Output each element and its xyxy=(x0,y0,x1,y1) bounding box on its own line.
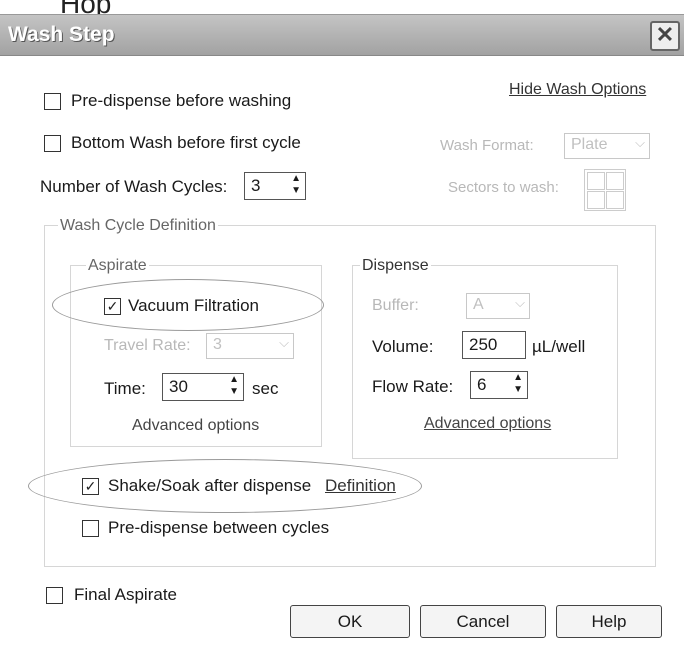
sector-cell[interactable] xyxy=(587,191,605,209)
wash-cycle-definition-title: Wash Cycle Definition xyxy=(58,217,218,235)
bottom-wash-checkbox[interactable] xyxy=(44,135,61,152)
pre-dispense-label: Pre-dispense before washing xyxy=(71,91,292,110)
shake-soak-definition-link[interactable]: Definition xyxy=(325,476,396,496)
window-title: Wash Step xyxy=(8,23,115,46)
check-icon: ✓ xyxy=(106,298,119,314)
check-icon: ✓ xyxy=(84,478,97,494)
spin-arrows-icon: ▲ ▼ xyxy=(229,374,239,397)
ok-button[interactable]: OK xyxy=(290,605,410,638)
aspirate-title: Aspirate xyxy=(86,257,149,275)
cancel-button[interactable]: Cancel xyxy=(420,605,546,638)
volume-label: Volume: xyxy=(372,337,434,356)
sector-cell[interactable] xyxy=(587,172,605,190)
buffer-label: Buffer: xyxy=(372,297,419,314)
pre-dispense-between-checkbox[interactable] xyxy=(82,520,99,537)
flow-rate-label: Flow Rate: xyxy=(372,377,454,396)
hide-wash-options-link[interactable]: Hide Wash Options xyxy=(509,81,646,99)
travel-rate-label: Travel Rate: xyxy=(104,337,191,354)
title-bar: Wash Step ✕ xyxy=(0,15,684,56)
time-label: Time: xyxy=(104,379,146,398)
close-button[interactable]: ✕ xyxy=(650,21,680,51)
shake-soak-checkbox[interactable]: ✓ xyxy=(82,478,99,495)
sectors-label: Sectors to wash: xyxy=(448,179,559,196)
chevron-down-icon: ⌵ xyxy=(515,295,525,310)
time-stepper[interactable]: 30 ▲ ▼ xyxy=(162,373,244,401)
spin-arrows-icon: ▲ ▼ xyxy=(291,173,301,196)
pre-dispense-between-label: Pre-dispense between cycles xyxy=(108,518,330,537)
vacuum-filtration-label: Vacuum Filtration xyxy=(128,296,260,315)
wash-cycles-stepper[interactable]: 3 ▲ ▼ xyxy=(244,172,306,200)
pre-dispense-checkbox[interactable] xyxy=(44,93,61,110)
wash-format-label: Wash Format: xyxy=(440,137,534,154)
flow-rate-stepper[interactable]: 6 ▲ ▼ xyxy=(470,371,528,399)
volume-input[interactable]: 250 xyxy=(462,331,526,359)
sector-cell[interactable] xyxy=(606,191,624,209)
aspirate-advanced-options[interactable]: Advanced options xyxy=(132,417,259,435)
spin-arrows-icon: ▲ ▼ xyxy=(513,372,523,395)
time-unit: sec xyxy=(252,379,279,398)
close-icon: ✕ xyxy=(655,22,675,47)
sector-cell[interactable] xyxy=(606,172,624,190)
final-aspirate-checkbox[interactable] xyxy=(46,587,63,604)
travel-rate-select[interactable]: 3 ⌵ xyxy=(206,333,294,359)
final-aspirate-label: Final Aspirate xyxy=(74,585,177,604)
wash-format-select[interactable]: Plate ⌵ xyxy=(564,133,650,159)
wash-step-dialog: Wash Step ✕ Pre-dispense before washing … xyxy=(0,14,684,654)
chevron-down-icon: ⌵ xyxy=(635,135,645,150)
vacuum-filtration-checkbox[interactable]: ✓ xyxy=(104,298,121,315)
wash-cycles-label: Number of Wash Cycles: xyxy=(40,177,228,196)
chevron-down-icon: ⌵ xyxy=(279,335,289,350)
shake-soak-label: Shake/Soak after dispense xyxy=(108,476,312,495)
dispense-advanced-options[interactable]: Advanced options xyxy=(424,415,551,433)
volume-unit: µL/well xyxy=(532,337,586,356)
dispense-title: Dispense xyxy=(360,257,431,275)
buffer-select[interactable]: A ⌵ xyxy=(466,293,530,319)
help-button[interactable]: Help xyxy=(556,605,662,638)
bottom-wash-label: Bottom Wash before first cycle xyxy=(71,133,301,152)
sectors-selector[interactable] xyxy=(584,169,626,211)
